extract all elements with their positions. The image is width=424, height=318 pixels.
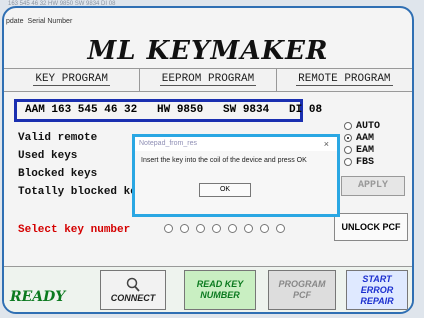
dialog-title-bar: Notepad_from_res × <box>135 137 337 151</box>
radio-icon <box>344 122 352 130</box>
message-dialog: Notepad_from_res × Insert the key into t… <box>132 134 340 217</box>
app-title: ML KEYMAKER <box>87 36 329 66</box>
app-window: pdate Serial Number ML KEYMAKER KEY PROG… <box>2 6 414 314</box>
tab-eeprom-program[interactable]: EEPROM PROGRAM <box>140 69 277 91</box>
option-label: AUTO <box>356 120 381 132</box>
dialog-title: Notepad_from_res <box>139 140 197 147</box>
key-radio[interactable] <box>196 224 205 233</box>
connect-button[interactable]: CONNECT <box>100 270 166 310</box>
start-error-repair-button[interactable]: START ERROR REPAIR <box>346 270 408 310</box>
button-label-line1: READ KEY <box>196 279 244 289</box>
tab-label: EEPROM PROGRAM <box>159 73 257 86</box>
used-keys-label: Used keys <box>18 150 78 162</box>
connect-label: CONNECT <box>110 292 156 303</box>
button-label-line2: REPAIR <box>360 295 394 306</box>
read-key-number-button[interactable]: READ KEY NUMBER <box>184 270 256 310</box>
unlock-pcf-button[interactable]: UNLOCK PCF <box>334 213 408 241</box>
tab-remote-program[interactable]: REMOTE PROGRAM <box>276 69 412 91</box>
button-label-line2: NUMBER <box>200 290 240 300</box>
button-label-line1: START ERROR <box>360 273 394 295</box>
option-fbs[interactable]: FBS <box>344 156 380 168</box>
radio-selected-icon <box>344 134 352 142</box>
tab-label: KEY PROGRAM <box>33 73 110 86</box>
search-icon <box>126 277 140 292</box>
ok-button[interactable]: OK <box>199 183 251 197</box>
valid-remote-label: Valid remote <box>18 132 98 144</box>
option-eam[interactable]: EAM <box>344 144 380 156</box>
option-aam[interactable]: AAM <box>344 132 380 144</box>
key-radio[interactable] <box>228 224 237 233</box>
option-label: EAM <box>356 144 375 156</box>
status-text: READY <box>10 289 66 305</box>
tab-label: REMOTE PROGRAM <box>296 73 393 86</box>
button-label-line2: PCF <box>293 290 311 300</box>
key-number-radios <box>164 224 285 233</box>
tab-key-program[interactable]: KEY PROGRAM <box>4 69 141 91</box>
program-pcf-button[interactable]: PROGRAM PCF <box>268 270 336 310</box>
close-icon[interactable]: × <box>324 137 329 151</box>
option-label: FBS <box>356 156 375 168</box>
radio-icon <box>344 146 352 154</box>
bottom-bar: READY CONNECT READ KEY NUMBER PROGRAM PC… <box>4 266 412 312</box>
menu-item-update[interactable]: pdate <box>6 18 24 28</box>
apply-button[interactable]: APPLY <box>341 176 405 196</box>
key-radio[interactable] <box>180 224 189 233</box>
id-info-box: AAM 163 545 46 32 HW 9850 SW 9834 DI 08 <box>14 99 322 122</box>
option-label: AAM <box>356 132 375 144</box>
menu-item-serial-number[interactable]: Serial Number <box>28 18 73 28</box>
blocked-keys-label: Blocked keys <box>18 168 98 180</box>
mode-options: AUTO AAM EAM FBS <box>344 120 380 168</box>
button-label-line1: PROGRAM <box>278 279 326 289</box>
screen: 163 545 46 32 HW 9850 SW 9834 DI 08 pdat… <box>0 0 424 318</box>
menu-bar: pdate Serial Number <box>4 18 72 28</box>
select-key-label: Select key number <box>18 224 131 236</box>
radio-icon <box>344 158 352 166</box>
key-radio[interactable] <box>212 224 221 233</box>
key-radio[interactable] <box>276 224 285 233</box>
key-radio[interactable] <box>260 224 269 233</box>
option-auto[interactable]: AUTO <box>344 120 380 132</box>
key-radio[interactable] <box>164 224 173 233</box>
totally-blocked-label: Totally blocked ke <box>18 186 137 198</box>
tab-bar: KEY PROGRAM EEPROM PROGRAM REMOTE PROGRA… <box>4 68 412 92</box>
dialog-message: Insert the key into the coil of the devi… <box>141 157 307 164</box>
key-radio[interactable] <box>244 224 253 233</box>
